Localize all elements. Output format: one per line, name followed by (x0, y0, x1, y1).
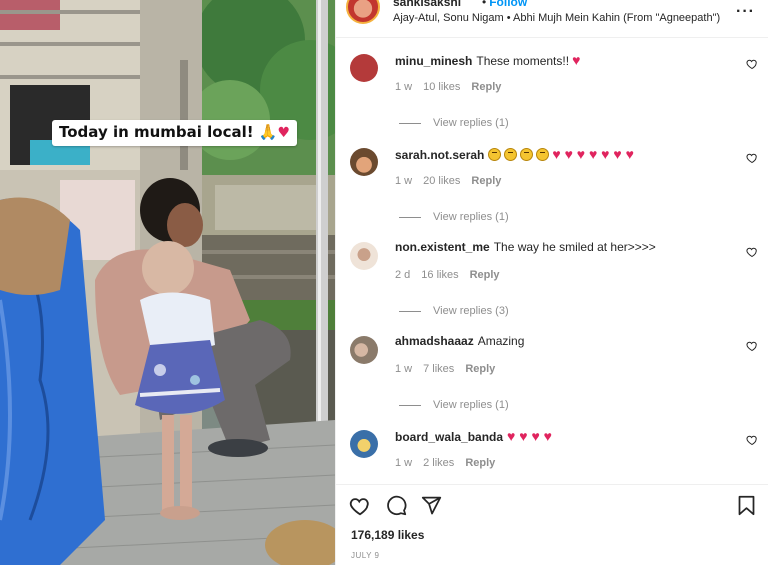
commenter-username[interactable]: ahmadshaaaz (395, 334, 474, 348)
comment-item: minu_minesh These moments!! ♥ 1 w 10 likes R… (336, 40, 768, 134)
comment-time: 1 w (395, 81, 413, 93)
comment-meta: 2 d 16 likes Reply (395, 269, 511, 281)
replies-divider (399, 310, 421, 312)
view-replies-label: View replies (1) (433, 117, 509, 129)
like-comment-heart-icon[interactable] (746, 340, 758, 352)
red-heart-icon: ♥ (585, 146, 598, 162)
red-heart-icon: ♥ (515, 428, 528, 444)
folded-hands-icon: 🙏 (258, 123, 278, 141)
commenter-username[interactable]: sarah.not.serah (395, 148, 484, 162)
red-heart-icon: ♥ (277, 125, 291, 141)
reply-button[interactable]: Reply (465, 457, 495, 469)
comment-time: 1 w (395, 363, 413, 375)
header-separator: • (482, 0, 487, 9)
caption-text: Today in mumbai local! (59, 123, 254, 141)
red-heart-icon: ♥ (552, 146, 561, 162)
red-heart-icon: ♥ (560, 146, 573, 162)
comment-likes[interactable]: 16 likes (421, 269, 458, 281)
comment-item: non.existent_me The way he smiled at her>… (336, 228, 768, 322)
comment-body: board_wala_banda ♥ ♥ ♥ ♥ (395, 428, 552, 444)
bookmark-icon[interactable] (737, 495, 756, 516)
comment-time: 2 d (395, 269, 411, 281)
commenter-username[interactable]: minu_minesh (395, 54, 472, 68)
comment-meta: 1 w 2 likes Reply (395, 457, 506, 469)
like-comment-heart-icon[interactable] (746, 152, 758, 164)
commenter-avatar[interactable] (350, 54, 378, 82)
red-heart-icon: ♥ (621, 146, 634, 162)
post-date: JULY 9 (351, 551, 380, 560)
comment-likes[interactable]: 10 likes (423, 81, 460, 93)
comment-body: non.existent_me The way he smiled at her>… (395, 240, 656, 254)
comment-text: Amazing (477, 334, 525, 348)
like-comment-heart-icon[interactable] (746, 246, 758, 258)
replies-divider (399, 216, 421, 218)
red-heart-icon: ♥ (609, 146, 622, 162)
more-options-icon[interactable]: ··· (736, 3, 755, 21)
comment-meta: 1 w 7 likes Reply (395, 363, 506, 375)
view-replies-label: View replies (1) (433, 399, 509, 411)
reply-button[interactable]: Reply (471, 175, 501, 187)
like-comment-heart-icon[interactable] (746, 434, 758, 446)
replies-divider (399, 122, 421, 124)
red-heart-icon: ♥ (597, 146, 610, 162)
commenter-avatar[interactable] (350, 430, 378, 458)
share-icon[interactable] (421, 495, 442, 516)
commenter-username[interactable]: board_wala_banda (395, 430, 503, 444)
commenter-username[interactable]: non.existent_me (395, 240, 490, 254)
view-replies-label: View replies (3) (433, 305, 509, 317)
view-replies-link[interactable]: View replies (1) (399, 399, 509, 411)
red-heart-icon: ♥ (572, 146, 586, 162)
view-replies-link[interactable]: View replies (3) (399, 305, 509, 317)
view-replies-link[interactable]: View replies (1) (399, 211, 509, 223)
reply-button[interactable]: Reply (471, 81, 501, 93)
heart-outline-icon[interactable] (349, 495, 371, 517)
comment-likes[interactable]: 2 likes (423, 457, 454, 469)
red-heart-icon: ♥ (572, 52, 581, 68)
reply-button[interactable]: Reply (465, 363, 495, 375)
commenter-avatar[interactable] (350, 242, 378, 270)
comment-body: sarah.not.serah ♥ ♥ ♥ ♥ ♥ ♥ ♥ (395, 146, 634, 162)
view-replies-link[interactable]: View replies (1) (399, 117, 509, 129)
comment-time: 1 w (395, 175, 413, 187)
author-username[interactable]: sankisakshi (393, 0, 461, 9)
comment-body: ahmadshaaaz Amazing (395, 334, 524, 348)
comment-time: 1 w (395, 457, 413, 469)
reply-button[interactable]: Reply (470, 269, 500, 281)
follow-button[interactable]: • Follow (482, 0, 527, 9)
comment-text: These moments!! (476, 54, 570, 68)
grimace-face-icon (488, 148, 502, 161)
comment-likes[interactable]: 7 likes (423, 363, 454, 375)
red-heart-icon: ♥ (539, 428, 552, 444)
audio-track-link[interactable]: Ajay-Atul, Sonu Nigam • Abhi Mujh Mein K… (393, 12, 720, 24)
likes-count[interactable]: 176,189 likes (351, 528, 424, 542)
comment-meta: 1 w 20 likes Reply (395, 175, 512, 187)
comment-likes[interactable]: 20 likes (423, 175, 460, 187)
commenter-avatar[interactable] (350, 148, 378, 176)
like-comment-heart-icon[interactable] (746, 58, 758, 70)
comment-meta: 1 w 10 likes Reply (395, 81, 512, 93)
comment-item: ahmadshaaaz Amazing 1 w 7 likes Reply View … (336, 322, 768, 416)
grimace-face-icon (504, 148, 518, 161)
caption-sticker: Today in mumbai local! 🙏♥ (52, 120, 298, 146)
author-avatar[interactable] (346, 0, 380, 24)
grimace-face-icon (520, 148, 534, 161)
comment-body: minu_minesh These moments!! ♥ (395, 52, 580, 68)
media-illustration (0, 0, 335, 565)
commenter-avatar[interactable] (350, 336, 378, 364)
view-replies-label: View replies (1) (433, 211, 509, 223)
follow-label: Follow (489, 0, 528, 9)
comment-item: sarah.not.serah ♥ ♥ ♥ ♥ ♥ ♥ ♥ 1 w 20 likes… (336, 134, 768, 228)
replies-divider (399, 404, 421, 406)
post-header: sankisakshi • Follow Ajay-Atul, Sonu Niga… (336, 0, 768, 38)
red-heart-icon: ♥ (527, 428, 540, 444)
post-panel: sankisakshi • Follow Ajay-Atul, Sonu Niga… (335, 0, 768, 565)
post-action-bar (336, 484, 768, 524)
comment-text: The way he smiled at her>>>> (493, 240, 656, 254)
post-media[interactable]: Today in mumbai local! 🙏♥ (0, 0, 335, 565)
comment-icon[interactable] (386, 495, 407, 516)
grimace-face-icon (536, 148, 550, 161)
